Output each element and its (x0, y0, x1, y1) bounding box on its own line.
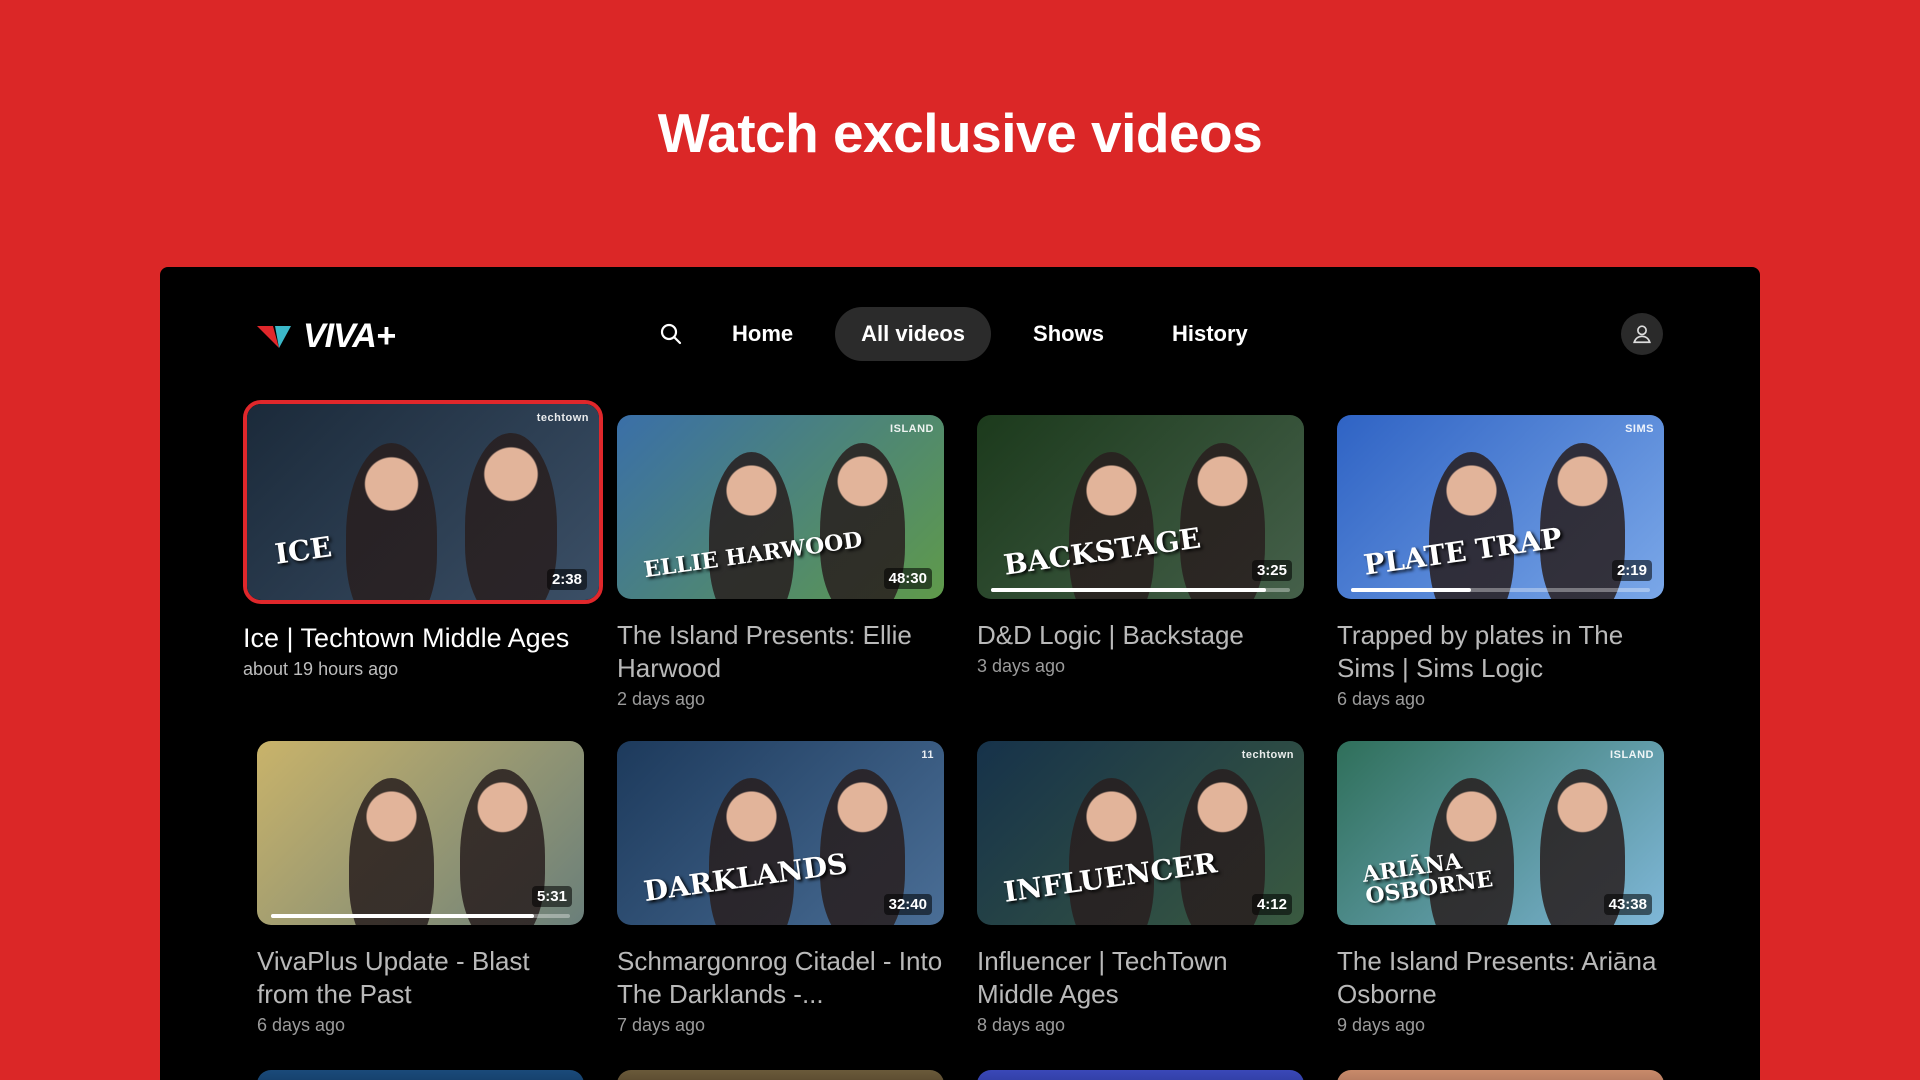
nav-history[interactable]: History (1146, 307, 1274, 361)
video-age: 9 days ago (1337, 1015, 1426, 1035)
nav-all-videos[interactable]: All videos (835, 307, 992, 361)
video-card[interactable]: 5:31 VivaPlus Update - Blast from the Pas… (257, 741, 584, 1036)
video-age: 6 days ago (1337, 689, 1426, 709)
video-age: 2 days ago (617, 689, 706, 709)
channel-badge: techtown (536, 412, 589, 424)
thumbnail-frame: BACKSTAGE 3:25 (977, 415, 1304, 599)
video-thumbnail: BACKSTAGE 3:25 (977, 415, 1304, 599)
video-title: The Island Presents: Ariāna Osborne (1337, 946, 1657, 1009)
video-title: Schmargonrog Citadel - Into The Darkland… (617, 946, 943, 1009)
video-age: 6 days ago (257, 1015, 346, 1035)
video-card[interactable]: DARKLANDS 11 32:40 Schmargonrog Citadel - I… (617, 741, 944, 1036)
thumbnail-frame: DARKLANDS 11 32:40 (617, 741, 944, 925)
channel-badge: ISLAND (1610, 749, 1654, 761)
video-thumbnail: INFLUENCER techtown 4:12 (977, 741, 1304, 925)
app-logo: VIVA+ (257, 317, 396, 356)
nav-home[interactable]: Home (706, 307, 819, 361)
next-row-thumbnail[interactable] (1337, 1070, 1664, 1080)
video-age: 8 days ago (977, 1015, 1066, 1035)
video-thumbnail: DARKLANDS 11 32:40 (617, 741, 944, 925)
channel-badge: SIMS (1625, 423, 1654, 435)
video-card[interactable]: INFLUENCER techtown 4:12 Influencer | TechT… (977, 741, 1304, 1036)
video-title: The Island Presents: Ellie Harwood (617, 620, 912, 683)
video-title: Influencer | TechTown Middle Ages (977, 946, 1228, 1009)
video-card[interactable]: ICE techtown 2:38 Ice | Techtown Middle Age… (243, 400, 603, 680)
watch-progress-fill (271, 914, 535, 918)
duration-badge: 4:12 (1251, 894, 1292, 915)
channel-badge: 11 (921, 749, 934, 761)
duration-badge: 48:30 (883, 568, 932, 589)
video-thumbnail: PLATE TRAP SIMS 2:19 (1337, 415, 1664, 599)
video-title: VivaPlus Update - Blast from the Past (257, 946, 530, 1009)
video-title: Trapped by plates in The Sims | Sims Log… (1337, 620, 1624, 683)
duration-badge: 5:31 (531, 886, 572, 907)
video-card[interactable]: ARIĀNA OSBORNE ISLAND 43:38 The Island Pres… (1337, 741, 1664, 1036)
thumbnail-overlay-title: ICE (273, 529, 334, 571)
video-card[interactable]: PLATE TRAP SIMS 2:19 Trapped by plates in T… (1337, 415, 1664, 710)
video-thumbnail: 5:31 (257, 741, 584, 925)
watch-progress-fill (991, 588, 1267, 592)
thumbnail-frame: 5:31 (257, 741, 584, 925)
watch-progress-bar (1351, 588, 1650, 592)
next-row-thumbnail[interactable] (617, 1070, 944, 1080)
headline: Watch exclusive videos (657, 102, 1263, 164)
video-age: 7 days ago (617, 1015, 706, 1035)
thumbnail-frame: INFLUENCER techtown 4:12 (977, 741, 1304, 925)
thumbnail-frame: PLATE TRAP SIMS 2:19 (1337, 415, 1664, 599)
video-age: about 19 hours ago (243, 659, 399, 679)
thumbnail-frame: ELLIE HARWOOD ISLAND 48:30 (617, 415, 944, 599)
nav-shows[interactable]: Shows (1007, 307, 1130, 361)
thumbnail-frame: ARIĀNA OSBORNE ISLAND 43:38 (1337, 741, 1664, 925)
duration-badge: 3:25 (1251, 560, 1292, 581)
video-thumbnail: ELLIE HARWOOD ISLAND 48:30 (617, 415, 944, 599)
duration-badge: 2:19 (1611, 560, 1652, 581)
video-card[interactable]: BACKSTAGE 3:25 D&D Logic | Backstage 3 days… (977, 415, 1304, 677)
tv-screen: VIVA+ Home All videos Shows History ICE t… (160, 267, 1760, 1080)
channel-badge: ISLAND (890, 423, 934, 435)
duration-badge: 43:38 (1603, 894, 1652, 915)
watch-progress-bar (991, 588, 1290, 592)
logo-text: VIVA+ (303, 317, 396, 355)
thumbnail-frame: ICE techtown 2:38 (243, 400, 603, 604)
duration-badge: 32:40 (883, 894, 932, 915)
video-title: Ice | Techtown Middle Ages (243, 623, 570, 653)
top-nav: Home All videos Shows History (644, 307, 1290, 361)
video-age: 3 days ago (977, 656, 1066, 676)
next-row-thumbnail[interactable] (977, 1070, 1304, 1080)
next-row-thumbnail[interactable] (257, 1070, 584, 1080)
channel-badge: techtown (1241, 749, 1294, 761)
duration-badge: 2:38 (546, 569, 587, 590)
watch-progress-bar (271, 914, 570, 918)
video-title: D&D Logic | Backstage (977, 620, 1244, 650)
viva-logo-icon (257, 325, 291, 348)
video-thumbnail: ICE techtown 2:38 (247, 404, 599, 600)
video-thumbnail: ARIĀNA OSBORNE ISLAND 43:38 (1337, 741, 1664, 925)
person-figure (465, 433, 557, 600)
video-card[interactable]: ELLIE HARWOOD ISLAND 48:30 The Island Prese… (617, 415, 944, 710)
user-icon[interactable] (1621, 313, 1663, 355)
watch-progress-fill (1351, 588, 1471, 592)
search-icon[interactable] (644, 307, 698, 361)
